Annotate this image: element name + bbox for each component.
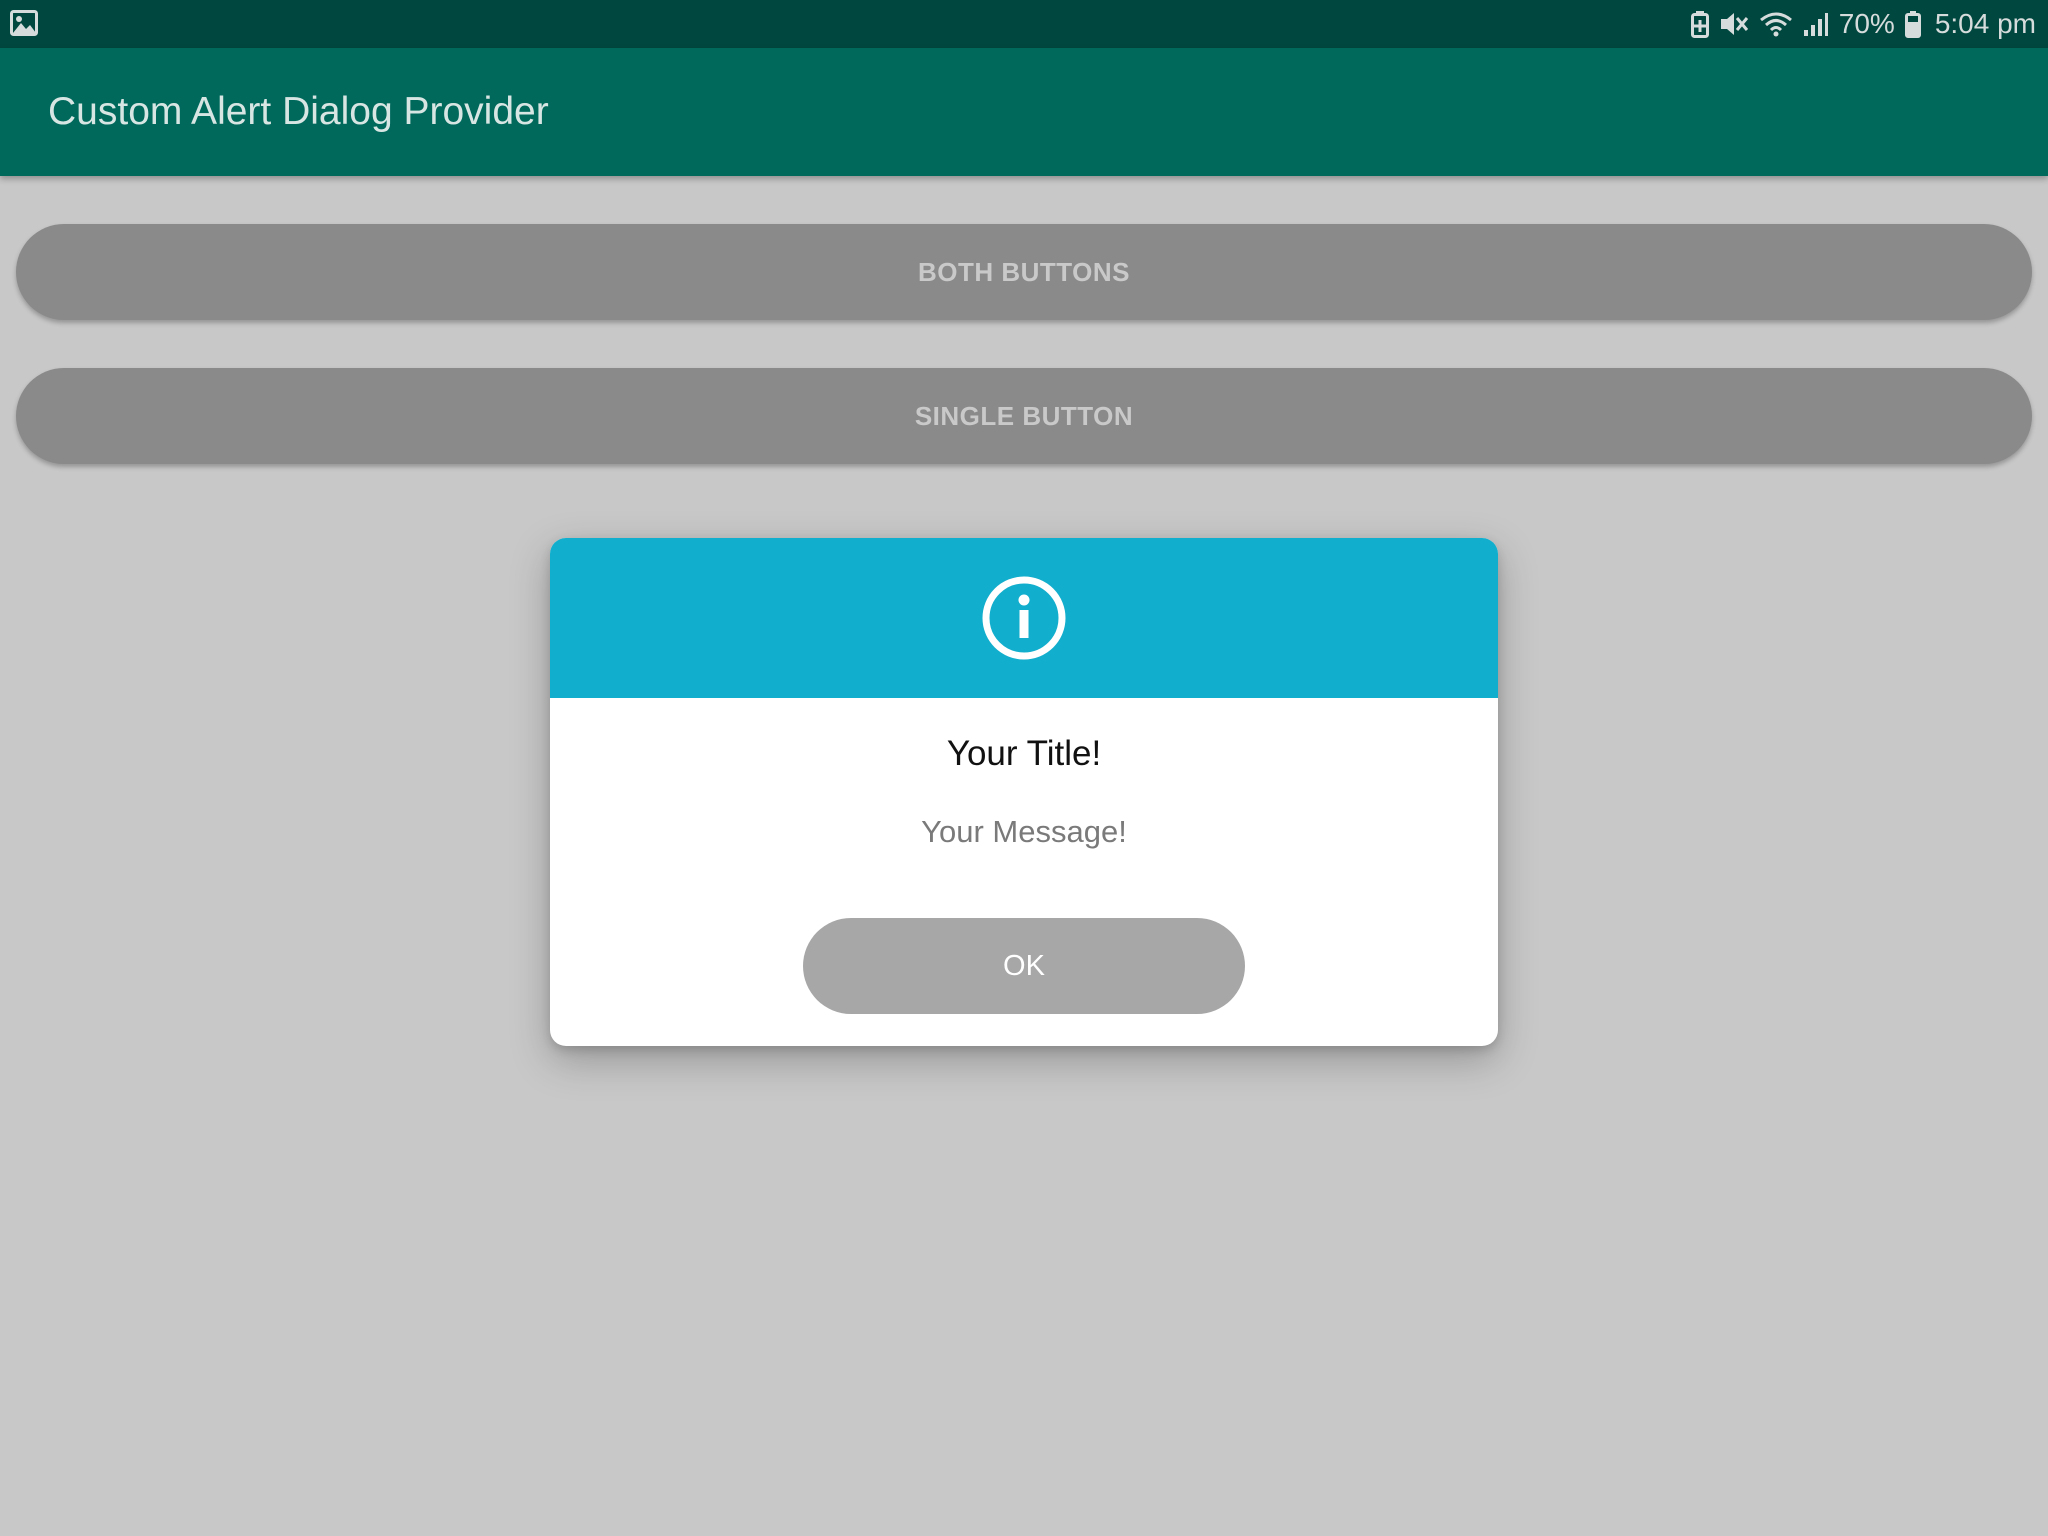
battery-percent: 70% [1838,8,1895,39]
gallery-icon [10,10,38,36]
status-bar: 70% 5:04 pm [0,0,2048,48]
alert-dialog: Your Title! Your Message! OK [550,538,1498,1046]
dialog-header [550,538,1498,698]
ok-button[interactable]: OK [803,918,1245,1014]
signal-icon [1803,13,1828,36]
status-clock: 5:04 pm [1934,8,2036,39]
mute-icon [1720,13,1748,35]
single-button-button[interactable]: SINGLE BUTTON [16,368,2032,464]
both-buttons-button[interactable]: BOTH BUTTONS [16,224,2032,320]
battery-icon [1904,11,1921,38]
battery-saver-icon [1690,11,1709,38]
app-bar: Custom Alert Dialog Provider [0,48,2048,176]
info-icon [982,576,1066,660]
wifi-icon [1759,12,1792,37]
dialog-message: Your Message! [921,814,1127,849]
dialog-title: Your Title! [946,734,1102,773]
app-title: Custom Alert Dialog Provider [48,90,549,133]
